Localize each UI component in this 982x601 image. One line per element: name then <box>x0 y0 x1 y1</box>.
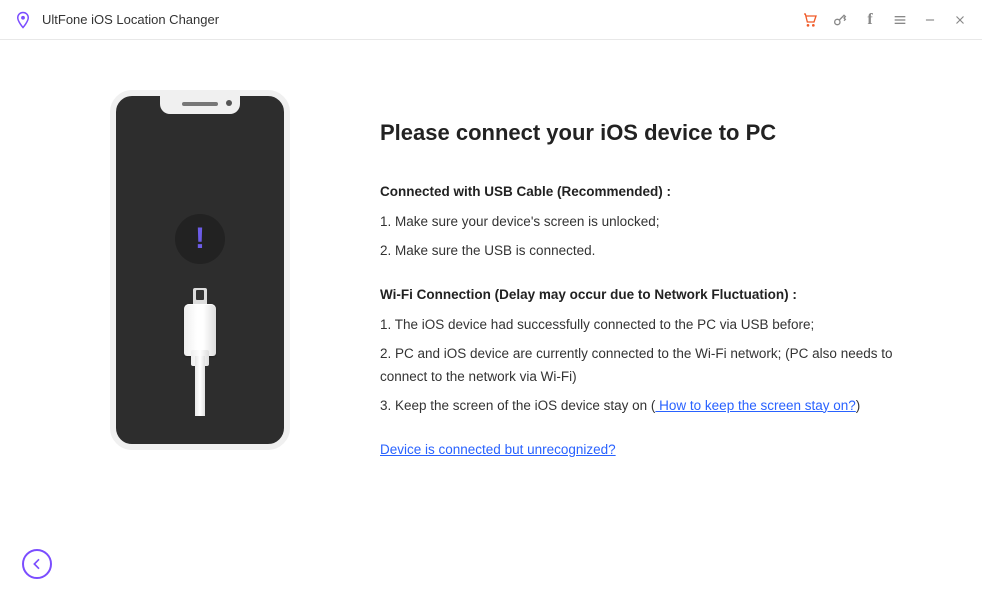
close-button[interactable] <box>952 12 968 28</box>
phone-frame: ! <box>110 90 290 450</box>
device-illustration: ! <box>100 90 300 457</box>
alert-icon: ! <box>175 214 225 264</box>
app-logo-icon <box>14 11 32 29</box>
content-area: ! Please connect your iOS device to PC C… <box>0 40 982 457</box>
titlebar: UltFone iOS Location Changer f <box>0 0 982 40</box>
app-title: UltFone iOS Location Changer <box>42 12 802 27</box>
usb-cable-icon <box>184 304 216 356</box>
wifi-step-3: 3. Keep the screen of the iOS device sta… <box>380 395 922 418</box>
wifi-step-1: 1. The iOS device had successfully conne… <box>380 314 922 337</box>
menu-icon[interactable] <box>892 12 908 28</box>
screen-stay-on-link[interactable]: How to keep the screen stay on? <box>655 398 855 413</box>
usb-step-2: 2. Make sure the USB is connected. <box>380 240 922 263</box>
minimize-button[interactable] <box>922 12 938 28</box>
back-button[interactable] <box>22 549 52 579</box>
key-icon[interactable] <box>832 12 848 28</box>
usb-section-title: Connected with USB Cable (Recommended) : <box>380 184 922 199</box>
wifi-step-2: 2. PC and iOS device are currently conne… <box>380 343 922 389</box>
facebook-icon[interactable]: f <box>862 12 878 28</box>
usb-step-1: 1. Make sure your device's screen is unl… <box>380 211 922 234</box>
device-unrecognized-link[interactable]: Device is connected but unrecognized? <box>380 442 616 457</box>
cart-icon[interactable] <box>802 12 818 28</box>
instructions-panel: Please connect your iOS device to PC Con… <box>380 90 922 457</box>
main-heading: Please connect your iOS device to PC <box>380 120 922 146</box>
wifi-section-title: Wi-Fi Connection (Delay may occur due to… <box>380 287 922 302</box>
